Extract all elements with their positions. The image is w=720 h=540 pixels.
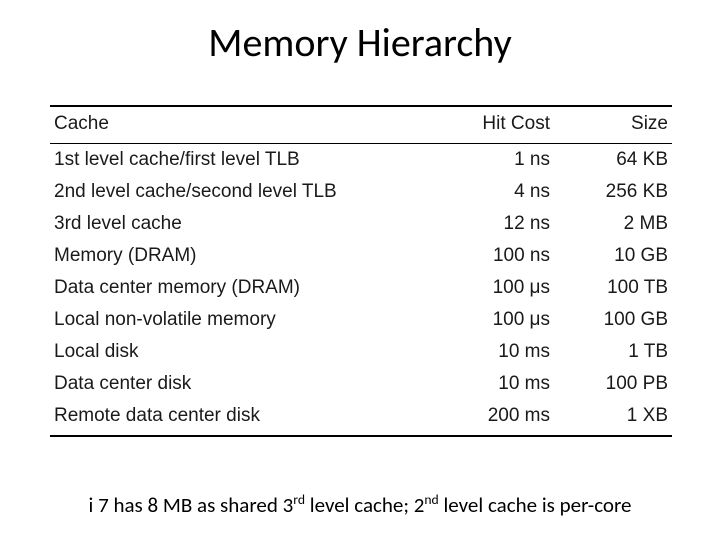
cell-cache: Local non-volatile memory [50,304,406,336]
cell-cache: 2nd level cache/second level TLB [50,176,406,208]
cell-size: 100 TB [554,272,672,304]
cell-size: 64 KB [554,144,672,177]
cell-hit: 200 ms [406,400,554,436]
footnote-part: level cache; 2 [305,492,424,518]
cell-cache: Data center disk [50,368,406,400]
cell-cache: Local disk [50,336,406,368]
cell-hit: 100 μs [406,272,554,304]
memory-hierarchy-table: Cache Hit Cost Size 1st level cache/firs… [50,105,672,437]
memory-hierarchy-table-wrap: Cache Hit Cost Size 1st level cache/firs… [50,105,672,437]
cell-cache: Memory (DRAM) [50,240,406,272]
cell-size: 100 PB [554,368,672,400]
cell-hit: 10 ms [406,368,554,400]
cell-size: 2 MB [554,208,672,240]
cell-cache: Remote data center disk [50,400,406,436]
cell-hit: 100 μs [406,304,554,336]
footnote-part: i 7 has 8 MB as shared 3 [89,492,294,518]
cell-size: 1 TB [554,336,672,368]
cell-cache: 1st level cache/first level TLB [50,144,406,177]
col-header-size: Size [554,106,672,144]
table-row: 2nd level cache/second level TLB 4 ns 25… [50,176,672,208]
cell-cache: 3rd level cache [50,208,406,240]
table-row: 1st level cache/first level TLB 1 ns 64 … [50,144,672,177]
slide: Memory Hierarchy Cache Hit Cost Size 1st… [0,0,720,540]
footnote-sup: nd [424,491,438,508]
slide-title: Memory Hierarchy [0,0,720,77]
cell-size: 1 XB [554,400,672,436]
cell-cache: Data center memory (DRAM) [50,272,406,304]
table-row: Data center memory (DRAM) 100 μs 100 TB [50,272,672,304]
table-row: Local non-volatile memory 100 μs 100 GB [50,304,672,336]
table-row: Local disk 10 ms 1 TB [50,336,672,368]
cell-hit: 4 ns [406,176,554,208]
footnote-part: level cache is per-core [439,492,632,518]
cell-size: 100 GB [554,304,672,336]
table-row: 3rd level cache 12 ns 2 MB [50,208,672,240]
col-header-cache: Cache [50,106,406,144]
cell-size: 10 GB [554,240,672,272]
table-header-row: Cache Hit Cost Size [50,106,672,144]
cell-hit: 10 ms [406,336,554,368]
footnote: i 7 has 8 MB as shared 3rd level cache; … [0,491,720,518]
table-row: Memory (DRAM) 100 ns 10 GB [50,240,672,272]
cell-hit: 1 ns [406,144,554,177]
cell-size: 256 KB [554,176,672,208]
cell-hit: 100 ns [406,240,554,272]
cell-hit: 12 ns [406,208,554,240]
table-row: Remote data center disk 200 ms 1 XB [50,400,672,436]
col-header-hit: Hit Cost [406,106,554,144]
table-row: Data center disk 10 ms 100 PB [50,368,672,400]
footnote-sup: rd [293,491,305,508]
